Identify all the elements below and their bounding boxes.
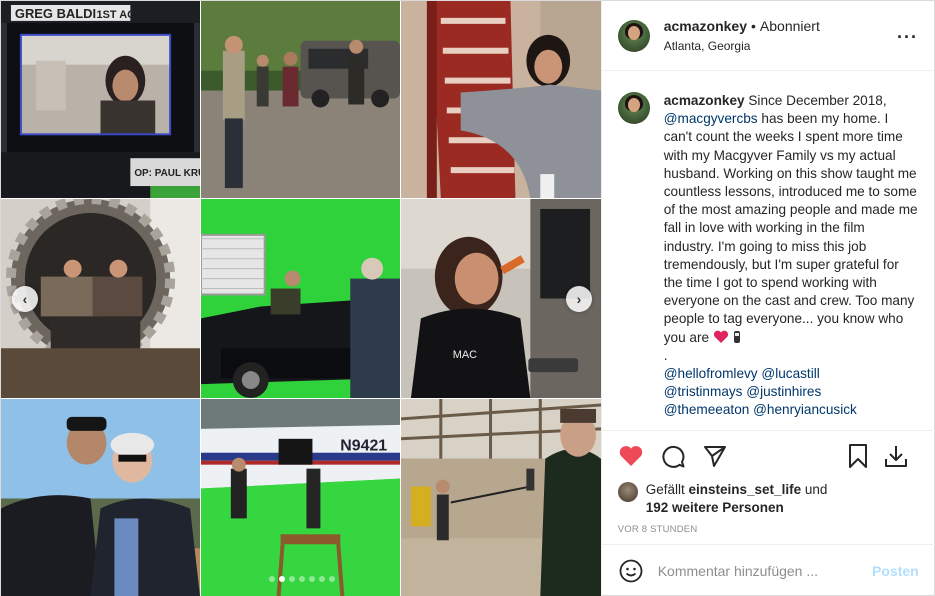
photo-meat-hug: [401, 1, 601, 199]
mention-link[interactable]: @lucastill: [761, 366, 819, 381]
tag-line: @tristinmays @justinhires: [664, 383, 919, 401]
tag-line: @themeeaton @henryiancusick: [664, 401, 919, 419]
post-sidebar: acmazonkey • Abonniert Atlanta, Georgia …: [600, 1, 935, 596]
post-header: acmazonkey • Abonniert Atlanta, Georgia …: [601, 1, 934, 71]
mention-link[interactable]: @tristinmays: [664, 384, 743, 399]
post-timestamp[interactable]: VOR 8 STUNDEN: [602, 524, 935, 535]
mention-link[interactable]: @justinhires: [746, 384, 821, 399]
caption-dot-line: .: [663, 347, 668, 363]
plane-tail-text: N9421: [340, 438, 387, 455]
mention-link[interactable]: @macgyvercbs: [664, 111, 758, 126]
caption-area: acmazonkey Since December 2018, @macgyve…: [602, 72, 935, 430]
location-link[interactable]: Atlanta, Georgia: [664, 39, 820, 53]
carousel-dot-active: [278, 576, 285, 582]
likes-others-link[interactable]: 192 weitere Personen: [646, 500, 784, 515]
post-comment-button[interactable]: Posten: [872, 563, 919, 579]
post-actions: Gefällt einsteins_set_life und 192 weite…: [601, 430, 935, 543]
photo-green-screen-car: [201, 199, 401, 399]
download-icon: [884, 446, 907, 467]
chevron-left-icon: ‹: [22, 291, 28, 307]
comment-input[interactable]: [657, 563, 848, 579]
mention-link[interactable]: @henryiancusick: [753, 402, 857, 417]
save-button[interactable]: [843, 441, 873, 471]
follow-status-button[interactable]: Abonniert: [760, 18, 820, 34]
mention-link[interactable]: @hellofromlevy: [664, 366, 758, 381]
caption-username[interactable]: acmazonkey: [664, 93, 745, 108]
slate-role-text: 1ST AC: [97, 9, 136, 21]
photo-monitor: GREG BALDI 1ST AC OP: PAUL KRUMR: [1, 1, 201, 199]
carousel-indicator: [1, 576, 601, 582]
photo-warehouse: [401, 399, 601, 596]
liker-avatar[interactable]: [617, 482, 638, 502]
paper-plane-icon: [703, 446, 726, 467]
carousel-dot: [318, 576, 325, 582]
carousel-dot: [308, 576, 315, 582]
more-options-icon[interactable]: ···: [897, 27, 918, 48]
likes-summary: Gefällt einsteins_set_life und 192 weite…: [602, 481, 935, 517]
mention-link[interactable]: @themeeaton: [664, 402, 750, 417]
header-text: acmazonkey • Abonniert Atlanta, Georgia: [664, 18, 820, 53]
like-button[interactable]: [616, 441, 646, 471]
carousel-dot: [328, 576, 335, 582]
download-button[interactable]: [881, 441, 911, 471]
monitor-op-text: OP: PAUL KRUMR: [134, 168, 200, 179]
header-separator: •: [751, 18, 756, 34]
chevron-right-icon: ›: [576, 291, 582, 307]
carousel-dot: [288, 576, 295, 582]
carousel-prev-button[interactable]: ‹: [12, 286, 38, 312]
slate-name-text: GREG BALDI: [15, 6, 96, 21]
share-button[interactable]: [700, 441, 730, 471]
emoji-button[interactable]: [618, 558, 644, 584]
caption-avatar[interactable]: [617, 92, 650, 124]
smiley-icon: [619, 559, 643, 583]
caption-text-part-1: Since December 2018,: [748, 93, 887, 108]
photo-plane: N9421: [201, 399, 401, 596]
action-icons-row: [602, 431, 935, 481]
comment-icon: [662, 445, 685, 468]
comment-button[interactable]: [658, 441, 688, 471]
photo-collage: GREG BALDI 1ST AC OP: PAUL KRUMR: [1, 1, 601, 596]
comment-composer: Posten: [601, 544, 935, 596]
instagram-post: GREG BALDI 1ST AC OP: PAUL KRUMR: [0, 0, 935, 596]
carousel-dot: [298, 576, 305, 582]
carousel-dot: [268, 576, 275, 582]
header-username[interactable]: acmazonkey: [664, 18, 747, 34]
carousel-next-button[interactable]: ›: [566, 286, 592, 312]
caption-text: acmazonkey Since December 2018, @macgyve…: [664, 92, 919, 430]
avatar[interactable]: [617, 19, 650, 52]
heart-filled-icon: [619, 446, 642, 466]
tag-line: @hellofromlevy @lucastill: [664, 365, 919, 383]
post-media-carousel[interactable]: GREG BALDI 1ST AC OP: PAUL KRUMR: [1, 1, 601, 596]
clapper-emoji-icon: [733, 330, 740, 343]
likes-middle: und: [804, 482, 828, 497]
photo-two-men: [1, 399, 201, 596]
liker-username[interactable]: einsteins_set_life: [689, 482, 802, 497]
red-heart-emoji-icon: [713, 330, 728, 343]
caption-text-part-2: has been my home. I can't count the week…: [663, 111, 918, 345]
photo-road-scene: [201, 1, 401, 199]
likes-prefix: Gefällt: [645, 482, 685, 497]
bookmark-icon: [848, 444, 867, 468]
svg-text:MAC: MAC: [453, 349, 477, 361]
